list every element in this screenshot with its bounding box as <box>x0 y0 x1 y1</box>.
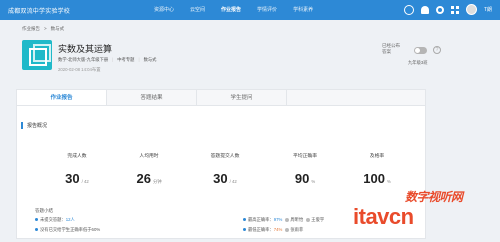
summary-value[interactable]: 12人 <box>66 217 75 222</box>
stat-label: 及格率 <box>369 154 385 159</box>
stat-value: 26 <box>136 171 151 186</box>
nav-cloud-space[interactable]: 云空间 <box>182 0 213 20</box>
stat-unit: 分钟 <box>152 179 162 184</box>
bullet-icon <box>243 218 246 222</box>
tag-topic: 中考专题 <box>117 57 135 62</box>
stat-unit: % <box>311 179 316 184</box>
summary-no-low: 没有已交给学生正确率低于60% <box>35 227 100 233</box>
stat-unit: / 42 <box>81 179 89 184</box>
breadcrumb-current: 数与式 <box>50 26 65 31</box>
class-label: 九年级3班 <box>408 60 428 65</box>
summary-lowest: 最低正确率：74% 张雨菲 <box>243 227 303 233</box>
stat-unit: % <box>386 179 391 184</box>
report-tabs: 作业报告 答题结果 学生提问 <box>17 90 425 106</box>
stat-avg-accuracy: 平均正确率 90% <box>275 152 335 186</box>
bullet-icon <box>243 228 246 232</box>
user-name[interactable]: T朗 <box>484 6 492 13</box>
stat-value: 100 <box>363 171 385 186</box>
student-name[interactable]: 张雨菲 <box>290 227 303 232</box>
student-name[interactable]: 周昕怡 <box>290 217 303 222</box>
section-title: 报告概况 <box>21 122 47 129</box>
stat-value: 30 <box>213 171 228 186</box>
answer-publish-label: 已经公布答案 <box>382 43 400 54</box>
homework-time: 2020-02-08 14:04布置 <box>58 67 101 72</box>
breadcrumb-separator: > <box>44 26 47 31</box>
summary-unsubmitted: 未提交答题：12人 <box>35 217 75 223</box>
tag-separator: | <box>138 57 140 62</box>
nav-resource-center[interactable]: 资源中心 <box>146 0 182 20</box>
help-icon[interactable]: ? <box>433 46 441 54</box>
stat-label: 人均用时 <box>139 154 159 159</box>
summary-label: 最高正确率： <box>248 217 274 222</box>
stat-label: 平均正确率 <box>293 154 317 159</box>
tab-answer-results[interactable]: 答题结果 <box>107 90 197 105</box>
stat-completed: 完成人数 30/ 42 <box>47 152 107 186</box>
watermark-logo: itavcn <box>353 204 414 230</box>
tag-textbook: 数学-北师大版-九年级下册 <box>58 57 109 62</box>
summary-value: 97% <box>273 217 283 222</box>
top-nav-bar: 成都双流中学实验学校 资源中心 云空间 作业报告 学情评价 学科素养 T朗 <box>0 0 500 20</box>
gear-icon[interactable] <box>435 5 444 14</box>
breadcrumb-homework-report[interactable]: 作业报告 <box>22 26 40 32</box>
nav-homework-report[interactable]: 作业报告 <box>213 0 249 20</box>
main-nav: 资源中心 云空间 作业报告 学情评价 学科素养 <box>146 0 321 20</box>
apps-grid-icon[interactable] <box>450 5 459 14</box>
stat-label: 完成人数 <box>67 154 87 159</box>
avatar[interactable] <box>465 4 477 15</box>
bullet-icon <box>35 228 38 232</box>
stats-row: 完成人数 30/ 42 人均用时 26 分钟 答题提交人数 30/ 42 平均正确… <box>47 152 407 192</box>
watermark-main: itavcn <box>353 204 414 229</box>
nav-learning-eval[interactable]: 学情评价 <box>249 0 285 20</box>
student-avatar <box>306 217 311 222</box>
homework-header: 实数及其运算 数学-北师大版-九年级下册 | 中考专题 | 数与式 2020-0… <box>16 36 441 80</box>
breadcrumb: 作业报告 > 数与式 <box>22 26 64 32</box>
stat-avg-time: 人均用时 26 分钟 <box>119 152 179 186</box>
cube-icon <box>22 40 52 70</box>
stat-submitted: 答题提交人数 30/ 42 <box>195 152 255 186</box>
student-avatar <box>285 217 290 222</box>
bell-icon[interactable] <box>420 5 429 14</box>
homework-tags: 数学-北师大版-九年级下册 | 中考专题 | 数与式 <box>58 57 156 63</box>
stat-label: 答题提交人数 <box>210 154 240 159</box>
student-name[interactable]: 王俊宇 <box>311 217 324 222</box>
tag-separator: | <box>112 57 114 62</box>
topbar-actions: T朗 <box>403 4 492 15</box>
summary-label: 未提交答题： <box>40 217 66 222</box>
tab-student-questions[interactable]: 学生提问 <box>197 90 287 105</box>
school-brand[interactable]: 成都双流中学实验学校 <box>8 6 70 15</box>
homework-title: 实数及其运算 <box>58 44 113 54</box>
stat-value: 90 <box>294 171 310 186</box>
stat-value: 30 <box>65 171 80 186</box>
tab-homework-report[interactable]: 作业报告 <box>17 90 107 105</box>
stat-unit: / 42 <box>229 179 237 184</box>
stat-pass-rate: 及格率 100% <box>347 152 407 186</box>
summary-label: 最低正确率： <box>248 227 274 232</box>
nav-subject-literacy[interactable]: 学科素养 <box>285 0 321 20</box>
answer-publish-toggle[interactable] <box>414 47 427 54</box>
summary-highest: 最高正确率：97% 周昕怡 王俊宇 <box>243 217 324 223</box>
globe-icon[interactable] <box>403 4 414 15</box>
watermark-cn: 数字视听网 <box>405 190 463 204</box>
tag-unit: 数与式 <box>143 57 157 62</box>
summary-title: 答题小结 <box>35 208 53 213</box>
summary-value: 74% <box>273 227 283 232</box>
summary-label: 没有已交给学生正确率低于60% <box>40 227 101 232</box>
student-avatar <box>285 227 290 232</box>
bullet-icon <box>35 218 38 222</box>
